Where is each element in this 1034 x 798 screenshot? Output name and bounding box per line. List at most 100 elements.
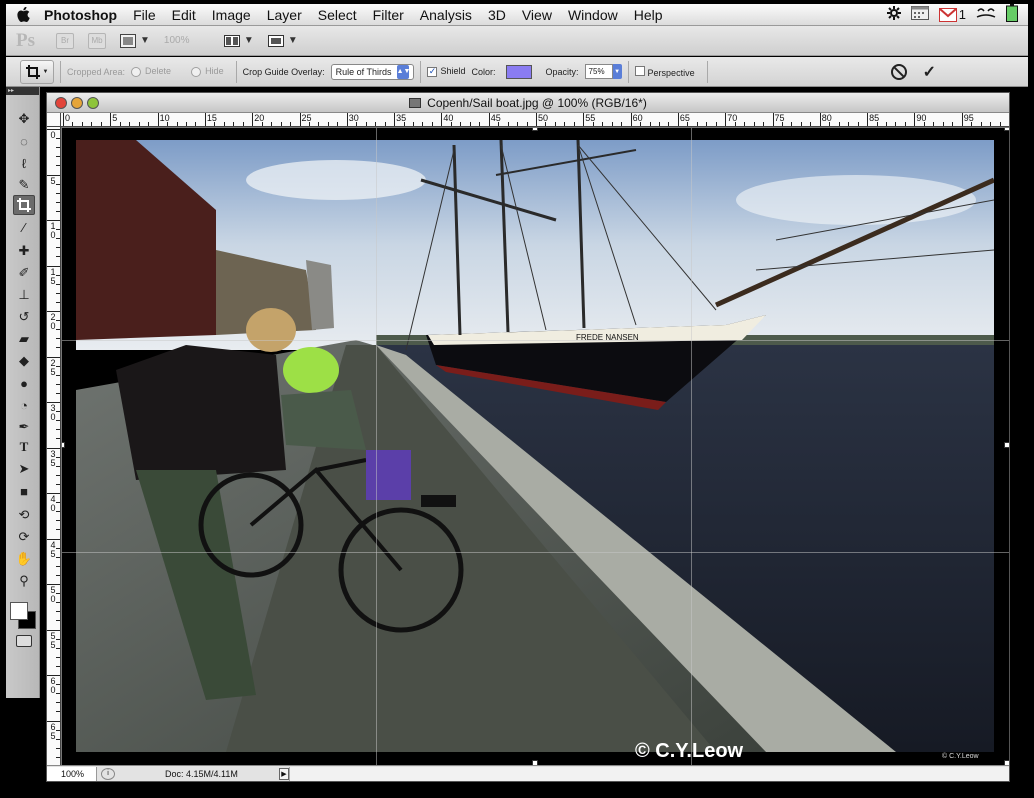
ruler-tick	[56, 329, 60, 331]
move-icon[interactable]: ✥	[13, 109, 35, 129]
ruler-tick	[56, 756, 60, 758]
opacity-dropdown-icon[interactable]: ▼	[612, 64, 622, 79]
document-title-bar[interactable]: Copenh/Sail boat.jpg @ 100% (RGB/16*)	[47, 93, 1009, 113]
ruler-tick	[526, 122, 528, 126]
quick-mask-icon[interactable]	[16, 635, 32, 647]
menu-photoshop[interactable]: Photoshop	[40, 7, 125, 23]
chevron-down-icon: ▼	[42, 68, 49, 75]
blur-icon[interactable]: ●	[13, 373, 35, 393]
type-icon[interactable]: T	[13, 437, 35, 457]
shape-icon[interactable]: ■	[13, 481, 35, 501]
menu-3d[interactable]: 3D	[480, 7, 514, 23]
quick-select-icon[interactable]: ✎	[13, 175, 35, 195]
battery-icon[interactable]	[1006, 4, 1018, 25]
apple-icon[interactable]	[6, 7, 40, 22]
lasso-icon[interactable]: ℓ	[13, 153, 35, 173]
screen-mode-dropdown[interactable]: ▼	[267, 34, 298, 47]
status-zoom-field[interactable]: 100%	[47, 766, 97, 781]
shield-option[interactable]: ✓ Shield	[427, 66, 466, 77]
tool-preset-picker[interactable]: ▼	[20, 59, 54, 84]
history-brush-icon[interactable]: ↺	[13, 307, 35, 327]
ruler-tick	[56, 383, 60, 385]
arrange-documents-dropdown[interactable]: ▼	[223, 34, 254, 47]
ruler-tick	[56, 565, 60, 567]
menu-file[interactable]: File	[125, 7, 164, 23]
ruler-tick	[327, 122, 329, 126]
document-title: Copenh/Sail boat.jpg @ 100% (RGB/16*)	[427, 95, 647, 110]
ruler-tick	[56, 420, 60, 422]
foreground-color-swatch[interactable]	[10, 602, 28, 620]
perspective-option[interactable]: Perspective	[634, 65, 695, 78]
perspective-checkbox[interactable]	[634, 65, 645, 76]
ruler-origin[interactable]	[47, 113, 61, 127]
eraser-icon[interactable]: ▰	[13, 329, 35, 349]
dodge-icon[interactable]: ◔	[13, 395, 35, 415]
extras-dropdown[interactable]: ▼	[120, 33, 150, 48]
thirds-guide-v1	[376, 128, 377, 765]
up-down-arrows-icon: ▲▼	[397, 64, 410, 79]
horizontal-scrollbar[interactable]	[289, 766, 1009, 781]
stamp-icon[interactable]: ⊥	[13, 285, 35, 305]
marquee-icon[interactable]: ◌	[13, 131, 35, 151]
calendar-icon[interactable]	[910, 6, 929, 23]
crop-handle-left[interactable]	[62, 442, 65, 448]
canvas[interactable]: FREDE NANSEN © C.Y.Leow © C.Y.Leow	[62, 128, 1009, 765]
ruler-tick	[56, 438, 60, 440]
menu-window[interactable]: Window	[560, 7, 626, 23]
menu-filter[interactable]: Filter	[365, 7, 412, 23]
hide-radio[interactable]	[191, 66, 202, 77]
menu-view[interactable]: View	[514, 7, 560, 23]
shield-color-swatch[interactable]	[505, 64, 532, 79]
crop-icon[interactable]	[13, 195, 35, 215]
crop-handle-top[interactable]	[532, 128, 538, 131]
ruler-tick	[413, 122, 415, 126]
gear-icon[interactable]	[886, 6, 901, 23]
hand-icon[interactable]: ✋	[13, 549, 35, 569]
cancel-icon[interactable]	[890, 63, 907, 80]
bridge-button[interactable]: Br	[56, 32, 74, 49]
delete-option[interactable]: Delete	[131, 66, 171, 77]
crop-handle-right[interactable]	[1004, 442, 1009, 448]
mini-bridge-button[interactable]: Mb	[88, 32, 106, 49]
status-menu-arrow-icon[interactable]: ▶	[279, 767, 289, 780]
eyedropper-icon[interactable]: ⁄	[13, 217, 35, 237]
zoom-icon[interactable]: ⚲	[13, 571, 35, 591]
menu-layer[interactable]: Layer	[259, 7, 310, 23]
overlay-select[interactable]: Rule of Thirds ▲▼	[330, 63, 415, 80]
vertical-ruler[interactable]: 051 01 52 02 53 03 54 04 55 05 56 06 5	[47, 127, 61, 765]
3d-orbit-icon[interactable]: ⟳	[13, 527, 35, 547]
ruler-tick	[81, 122, 83, 126]
status-info-icon[interactable]: i	[101, 767, 115, 780]
shield-checkbox[interactable]: ✓	[427, 66, 438, 77]
3d-rotate-icon[interactable]: ⟲	[13, 505, 35, 525]
ruler-tick	[204, 113, 206, 126]
menu-select[interactable]: Select	[310, 7, 365, 23]
ruler-tick	[356, 122, 358, 126]
zoom-level-select[interactable]: 100%	[164, 35, 210, 46]
hide-option[interactable]: Hide	[191, 66, 224, 77]
bucket-icon[interactable]: ◆	[13, 351, 35, 371]
healing-icon[interactable]: ✚	[13, 241, 35, 261]
panel-grip[interactable]: ▸▸	[6, 87, 39, 95]
crop-handle-top-right[interactable]	[1004, 128, 1009, 131]
commit-check-icon[interactable]: ✓	[923, 62, 936, 82]
menu-analysis[interactable]: Analysis	[412, 7, 480, 23]
mail-icon[interactable]: 1	[938, 7, 966, 22]
brush-icon[interactable]: ✐	[13, 263, 35, 283]
opacity-input[interactable]: 75%	[584, 64, 613, 79]
close-icon[interactable]	[55, 97, 67, 109]
ruler-tick	[56, 283, 60, 285]
menu-image[interactable]: Image	[204, 7, 259, 23]
pen-icon[interactable]: ✒	[13, 417, 35, 437]
ruler-tick	[810, 122, 812, 126]
ruler-label: 10	[159, 113, 170, 123]
zoom-window-icon[interactable]	[87, 97, 99, 109]
horizontal-ruler[interactable]: 0 5 10 15 20 25 30 35 40 45 50 55 60 65 70 75 80 85 90 95	[61, 113, 1009, 127]
menu-edit[interactable]: Edit	[164, 7, 204, 23]
minimize-icon[interactable]	[71, 97, 83, 109]
eyes-icon[interactable]	[976, 7, 996, 22]
arrange-icon	[223, 34, 240, 47]
delete-radio[interactable]	[131, 66, 142, 77]
menu-help[interactable]: Help	[626, 7, 671, 23]
path-select-icon[interactable]: ➤	[13, 459, 35, 479]
